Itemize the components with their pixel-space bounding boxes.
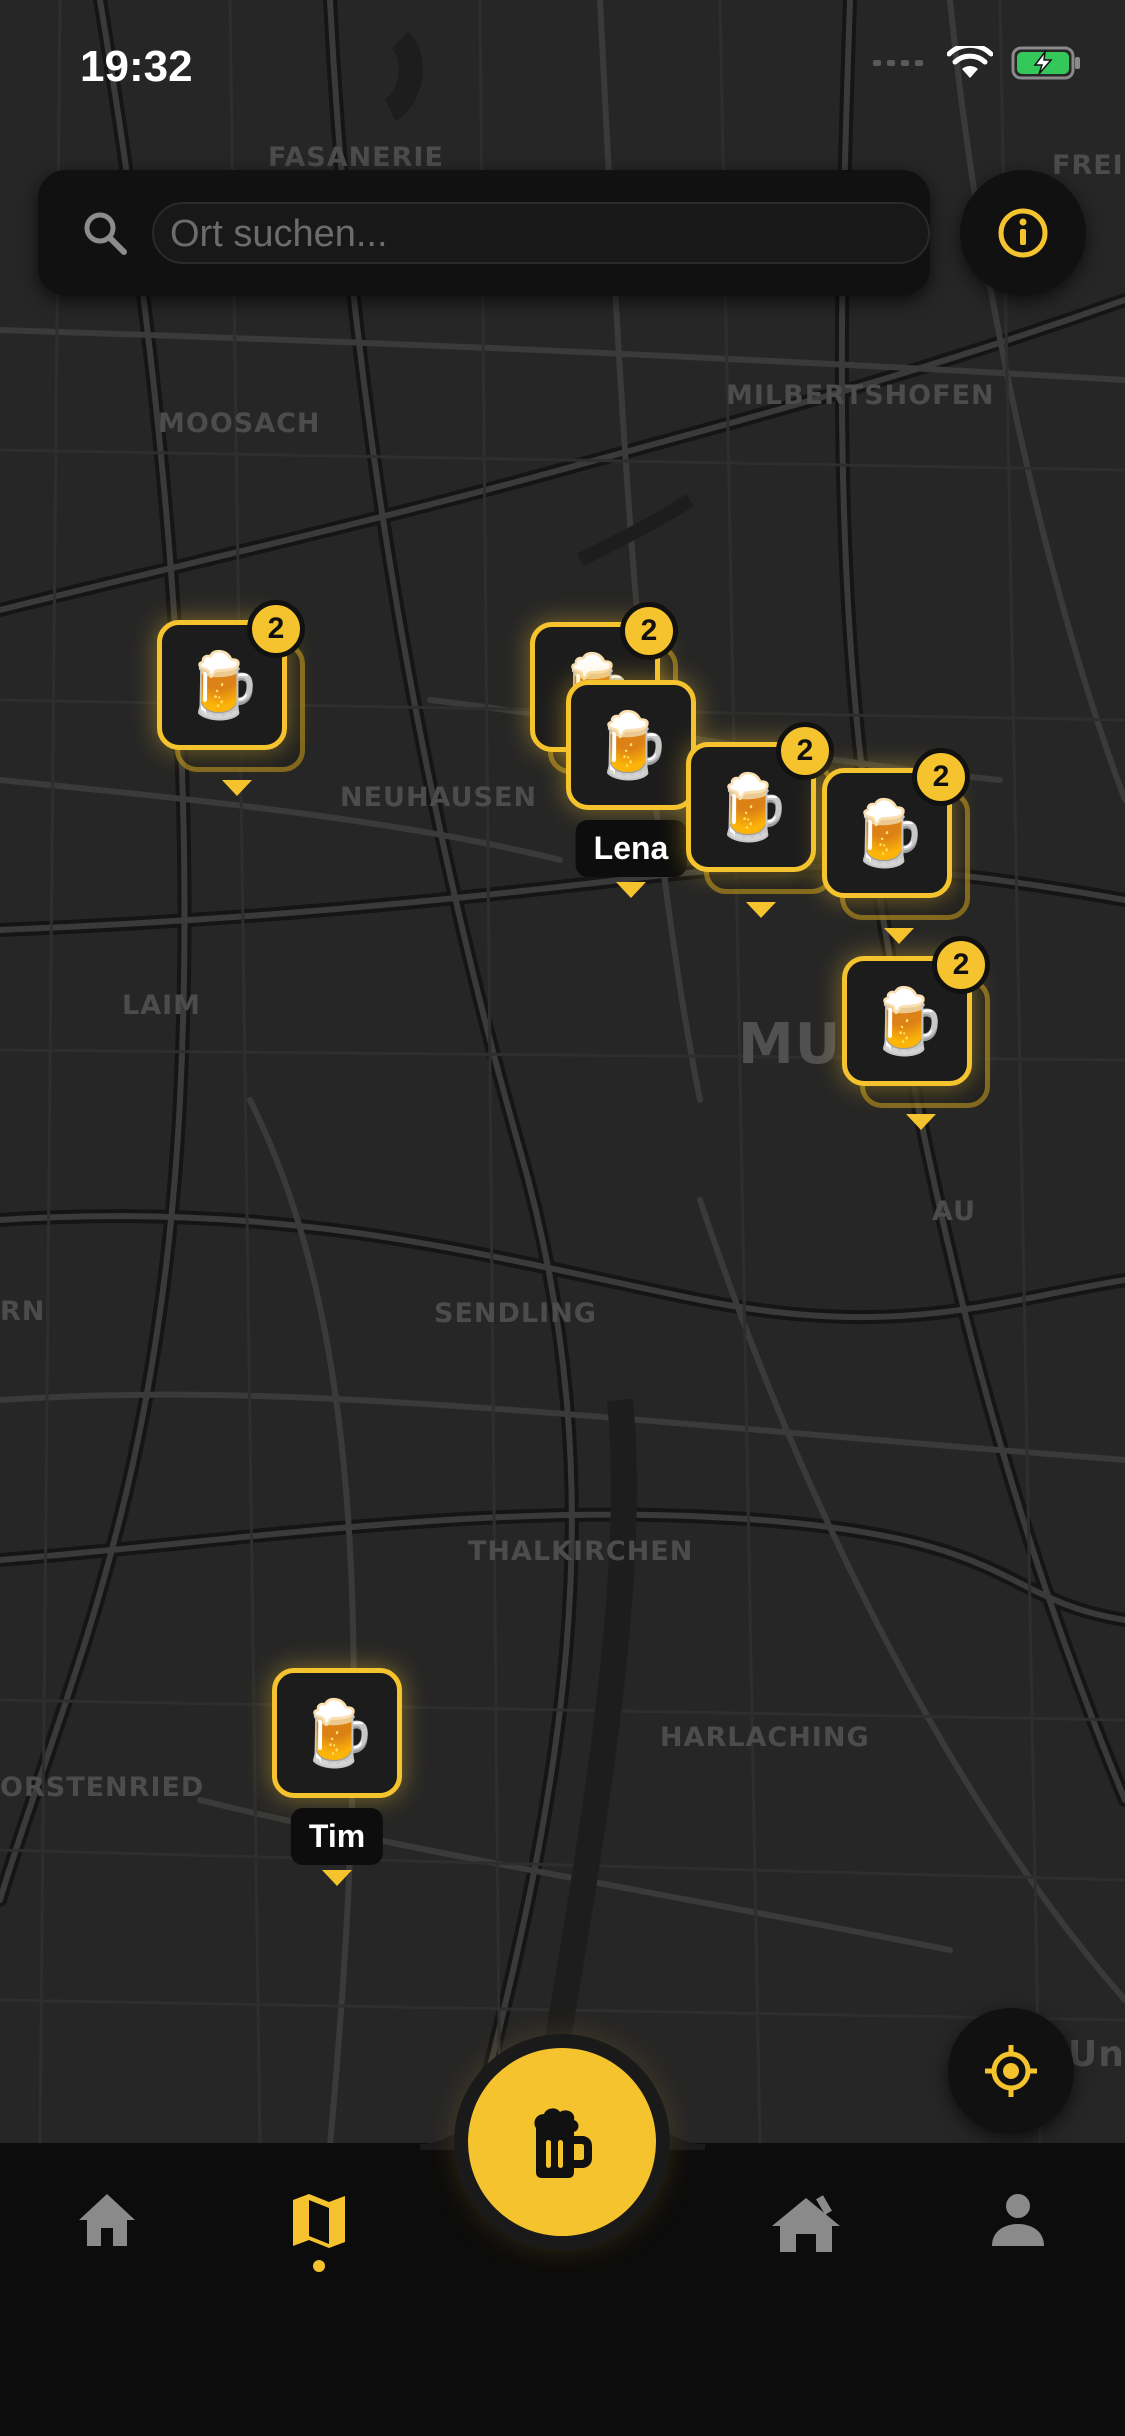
district-label: NEUHAUSEN — [340, 782, 538, 813]
beer-icon: 🍺 — [867, 984, 947, 1057]
status-icons — [873, 46, 1083, 80]
wifi-icon — [947, 46, 993, 78]
beer-icon: 🍺 — [711, 770, 791, 843]
active-tab-indicator — [313, 2260, 325, 2272]
district-label: HARLACHING — [660, 1722, 870, 1753]
beer-icon: 🍺 — [297, 1696, 377, 1769]
district-label: FREI — [1052, 150, 1124, 181]
count-badge: 2 — [776, 722, 834, 780]
district-label: RN — [0, 1296, 46, 1327]
status-time: 19:32 — [80, 42, 193, 91]
district-label: LAIM — [122, 990, 202, 1021]
search-bar — [38, 170, 946, 296]
map-view[interactable]: FASANERIE FREI MILBERTSHOFEN MOOSACH NEU… — [0, 0, 1125, 2145]
beer-icon: 🍺 — [847, 796, 927, 869]
district-label: Unt — [1068, 2034, 1125, 2075]
beer-icon: 🍺 — [182, 648, 262, 721]
locate-icon — [985, 2045, 1037, 2097]
search-icon — [84, 212, 127, 255]
search-input[interactable] — [154, 204, 946, 264]
home-icon — [79, 2194, 135, 2246]
beer-icon — [534, 2108, 592, 2178]
tab-profile[interactable] — [958, 2190, 1078, 2300]
district-label: ORSTENRIED — [0, 1772, 205, 1803]
district-label: SENDLING — [434, 1298, 597, 1329]
marker-pointer — [616, 882, 646, 898]
friend-name-label: Tim — [290, 1808, 384, 1865]
info-button[interactable] — [960, 170, 1086, 296]
tab-map[interactable] — [259, 2190, 379, 2300]
district-label: FASANERIE — [268, 142, 444, 173]
district-label: MOOSACH — [158, 408, 321, 439]
signal-icon — [873, 60, 923, 66]
beer-marker-card[interactable]: 🍺 — [566, 680, 696, 810]
tab-bars[interactable] — [746, 2190, 866, 2300]
district-label: AU — [932, 1196, 976, 1227]
search-field[interactable] — [152, 202, 946, 264]
tab-beer[interactable] — [468, 2048, 656, 2236]
marker-pointer — [322, 1870, 352, 1886]
friend-name-label: Lena — [575, 820, 687, 877]
count-badge: 2 — [620, 602, 678, 660]
district-label: THALKIRCHEN — [468, 1536, 694, 1567]
marker-pointer — [746, 902, 776, 918]
bar-icon — [772, 2195, 840, 2252]
beer-icon: 🍺 — [591, 708, 671, 781]
profile-icon — [992, 2194, 1044, 2246]
count-badge: 2 — [932, 936, 990, 994]
marker-pointer — [222, 780, 252, 796]
beer-marker-card[interactable]: 🍺 — [272, 1668, 402, 1798]
marker-pointer — [884, 928, 914, 944]
tab-home[interactable] — [47, 2190, 167, 2300]
info-icon — [998, 208, 1048, 258]
count-badge: 2 — [247, 600, 305, 658]
locate-button[interactable] — [948, 2008, 1074, 2134]
district-label: MILBERTSHOFEN — [726, 380, 995, 411]
battery-charging-icon — [1011, 46, 1080, 80]
map-icon — [293, 2194, 345, 2248]
district-label: MU — [738, 1012, 842, 1077]
count-badge: 2 — [912, 748, 970, 806]
marker-pointer — [906, 1114, 936, 1130]
